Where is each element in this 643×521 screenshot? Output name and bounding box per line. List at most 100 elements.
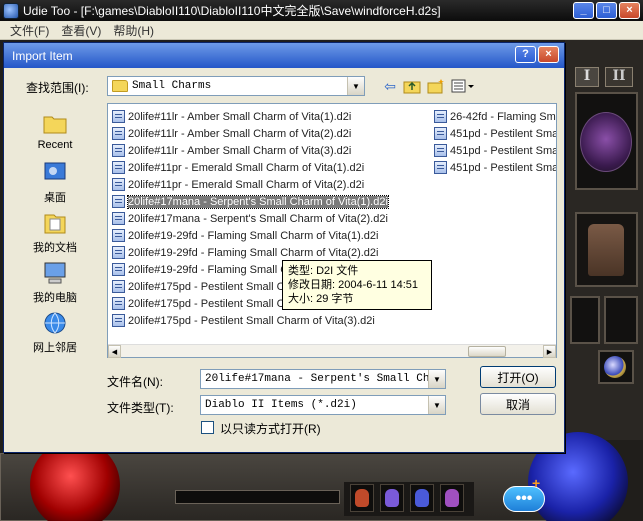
place-my-documents[interactable]: 我的文档	[10, 209, 100, 255]
chevron-down-icon[interactable]: ▼	[428, 396, 445, 414]
menu-help[interactable]: 帮助(H)	[109, 22, 158, 39]
d2i-file-icon	[434, 110, 447, 123]
file-item[interactable]: 451pd - Pestilent Sma	[434, 142, 556, 159]
file-name: 451pd - Pestilent Sma	[450, 127, 556, 140]
back-icon[interactable]: ⇦	[380, 76, 400, 96]
my-documents-icon	[44, 214, 66, 234]
d2i-file-icon	[112, 314, 125, 327]
minimize-button[interactable]: _	[573, 2, 594, 19]
d2i-file-icon	[112, 297, 125, 310]
cancel-button[interactable]: 取消	[480, 393, 556, 415]
filename-value: 20life#17mana - Serpent's Small Charm	[205, 373, 445, 385]
maximize-button[interactable]: □	[596, 2, 617, 19]
inventory-slot[interactable]	[570, 296, 600, 344]
file-name: 20life#11pr - Emerald Small Charm of Vit…	[128, 178, 365, 191]
dialog-title: Import Item	[12, 48, 73, 63]
app-menubar: 文件(F) 查看(V) 帮助(H)	[0, 21, 643, 40]
file-item[interactable]: 26-42fd - Flaming Sma	[434, 108, 556, 125]
my-computer-icon	[44, 262, 66, 284]
app-titlebar: Udie Too - [F:\games\DiabloII110\DiabloI…	[0, 0, 643, 21]
places-bar: Recent 桌面 我的文档 我的电脑 网上邻居	[10, 103, 100, 373]
weapon-tab-1[interactable]: I	[575, 67, 599, 87]
file-name: 20life#19-29fd - Flaming Small Charm of …	[128, 246, 379, 259]
dialog-titlebar: Import Item ? ×	[4, 43, 564, 68]
place-my-computer[interactable]: 我的电脑	[10, 259, 100, 305]
horizontal-scrollbar[interactable]: ◀ ▶	[108, 344, 556, 358]
readonly-checkbox[interactable]	[201, 421, 214, 434]
tooltip-modified: 修改日期: 2004-6-11 14:51	[288, 279, 419, 291]
file-item[interactable]: 20life#11pr - Emerald Small Charm of Vit…	[112, 176, 388, 193]
file-item[interactable]: 20life#175pd - Pestilent Small Charm of …	[112, 312, 388, 329]
d2i-file-icon	[112, 144, 125, 157]
menu-view[interactable]: 查看(V)	[57, 22, 105, 39]
readonly-label: 以只读方式打开(R)	[220, 422, 321, 436]
file-item[interactable]: 20life#19-29fd - Flaming Small Charm of …	[112, 244, 388, 261]
file-name: 20life#17mana - Serpent's Small Charm of…	[128, 212, 388, 225]
look-in-value: Small Charms	[132, 80, 212, 92]
file-item[interactable]: 451pd - Pestilent Sma	[434, 125, 556, 142]
tooltip-type: 类型: D2I 文件	[288, 265, 359, 277]
filetype-dropdown[interactable]: Diablo II Items (*.d2i) ▼	[200, 395, 446, 415]
file-item[interactable]: 451pd - Pestilent Sma	[434, 159, 556, 176]
close-button[interactable]: ×	[619, 2, 640, 19]
import-dialog: Import Item ? × 查找范围(I): Small Charms ▼ …	[3, 42, 565, 453]
recent-folder-icon	[43, 116, 67, 134]
stamina-bar	[175, 490, 340, 504]
weapon-tab-2[interactable]: II	[605, 67, 633, 87]
potion-slot[interactable]	[440, 484, 464, 512]
view-menu-icon[interactable]	[450, 76, 476, 96]
potion-slot[interactable]	[380, 484, 404, 512]
file-item[interactable]: 20life#11lr - Amber Small Charm of Vita(…	[112, 142, 388, 159]
file-name: 20life#175pd - Pestilent Small Charm of …	[128, 314, 375, 327]
d2i-file-icon	[112, 127, 125, 140]
file-tooltip: 类型: D2I 文件 修改日期: 2004-6-11 14:51 大小: 29 …	[282, 260, 432, 310]
place-desktop[interactable]: 桌面	[10, 159, 100, 205]
d2i-file-icon	[112, 263, 125, 276]
d2i-file-icon	[112, 110, 125, 123]
file-name: 20life#11pr - Emerald Small Charm of Vit…	[128, 161, 365, 174]
scroll-left-icon[interactable]: ◀	[108, 345, 121, 358]
menu-file[interactable]: 文件(F)	[6, 22, 53, 39]
file-name: 20life#17mana - Serpent's Small Charm of…	[127, 194, 389, 209]
file-name: 20life#11lr - Amber Small Charm of Vita(…	[128, 127, 352, 140]
file-name: 20life#11lr - Amber Small Charm of Vita(…	[128, 110, 352, 123]
chevron-down-icon[interactable]: ▼	[347, 77, 364, 95]
file-item[interactable]: 20life#11lr - Amber Small Charm of Vita(…	[112, 108, 388, 125]
file-list-column: 26-42fd - Flaming Sma 451pd - Pestilent S…	[434, 108, 556, 176]
boots-item-icon	[588, 224, 624, 276]
app-title: Udie Too - [F:\games\DiabloII110\DiabloI…	[23, 4, 441, 18]
open-button[interactable]: 打开(O)	[480, 366, 556, 388]
look-in-label: 查找范围(I):	[26, 81, 89, 95]
up-folder-icon[interactable]	[402, 76, 422, 96]
file-name: 451pd - Pestilent Sma	[450, 161, 556, 174]
file-name: 20life#11lr - Amber Small Charm of Vita(…	[128, 144, 352, 157]
new-folder-icon[interactable]	[426, 76, 446, 96]
d2i-file-icon	[112, 195, 125, 208]
potion-slot[interactable]	[410, 484, 434, 512]
chevron-down-icon[interactable]: ▼	[428, 370, 445, 388]
scroll-right-icon[interactable]: ▶	[543, 345, 556, 358]
amulet-item-icon	[604, 356, 626, 378]
file-item[interactable]: 20life#17mana - Serpent's Small Charm of…	[112, 193, 389, 210]
d2i-file-icon	[434, 161, 447, 174]
shield-item-icon	[580, 112, 632, 172]
scroll-thumb[interactable]	[468, 346, 506, 357]
d2i-file-icon	[112, 229, 125, 242]
file-item[interactable]: 20life#11lr - Amber Small Charm of Vita(…	[112, 125, 388, 142]
file-item[interactable]: 20life#19-29fd - Flaming Small Charm of …	[112, 227, 388, 244]
place-network[interactable]: 网上邻居	[10, 309, 100, 355]
plus-icon: +	[532, 475, 541, 491]
potion-slot[interactable]	[350, 484, 374, 512]
place-recent[interactable]: Recent	[10, 109, 100, 151]
file-name: 451pd - Pestilent Sma	[450, 144, 556, 157]
file-item[interactable]: 20life#11pr - Emerald Small Charm of Vit…	[112, 159, 388, 176]
look-in-dropdown[interactable]: Small Charms ▼	[107, 76, 365, 96]
dialog-close-button[interactable]: ×	[538, 46, 559, 63]
dialog-help-button[interactable]: ?	[515, 46, 536, 63]
file-item[interactable]: 20life#17mana - Serpent's Small Charm of…	[112, 210, 388, 227]
file-name: 20life#19-29fd - Flaming Small Charm of …	[128, 229, 379, 242]
inventory-slot[interactable]	[604, 296, 638, 344]
file-list[interactable]: 20life#11lr - Amber Small Charm of Vita(…	[107, 103, 557, 358]
filename-input[interactable]: 20life#17mana - Serpent's Small Charm ▼	[200, 369, 446, 389]
app-icon	[3, 2, 19, 19]
